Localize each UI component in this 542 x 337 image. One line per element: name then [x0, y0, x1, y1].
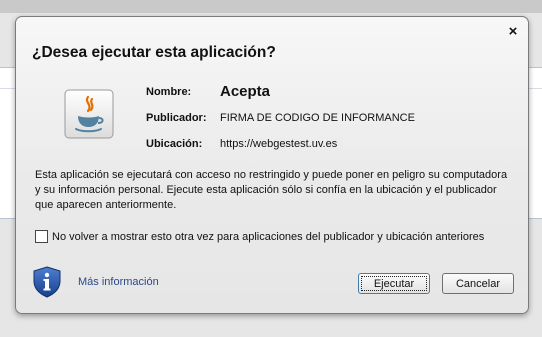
cancel-button-label: Cancelar	[455, 278, 501, 290]
warning-description: Esta aplicación se ejecutará con acceso …	[35, 169, 508, 211]
name-value: Acepta	[220, 83, 271, 100]
dont-show-again-checkbox[interactable]	[35, 230, 48, 243]
dialog-title: ¿Desea ejecutar esta aplicación?	[32, 44, 276, 61]
run-button-label: Ejecutar	[373, 278, 415, 290]
run-button[interactable]: Ejecutar	[358, 273, 430, 294]
dont-show-again-label[interactable]: No volver a mostrar esto otra vez para a…	[52, 231, 484, 243]
publisher-value: FIRMA DE CODIGO DE INFORMANCE	[220, 112, 415, 124]
location-value: https://webgestest.uv.es	[220, 138, 338, 150]
publisher-label: Publicador:	[146, 112, 207, 124]
close-button[interactable]: ×	[506, 24, 520, 39]
dont-show-again-option[interactable]: No volver a mostrar esto otra vez para a…	[35, 230, 484, 243]
shield-info-icon	[33, 266, 61, 298]
java-icon	[64, 89, 114, 139]
more-info-link[interactable]: Más información	[78, 276, 159, 288]
security-warning-dialog: × ¿Desea ejecutar esta aplicación? Nombr…	[15, 16, 529, 314]
background-toolbar	[0, 0, 542, 13]
location-label: Ubicación:	[146, 138, 203, 150]
cancel-button[interactable]: Cancelar	[442, 273, 514, 294]
name-label: Nombre:	[146, 86, 192, 98]
